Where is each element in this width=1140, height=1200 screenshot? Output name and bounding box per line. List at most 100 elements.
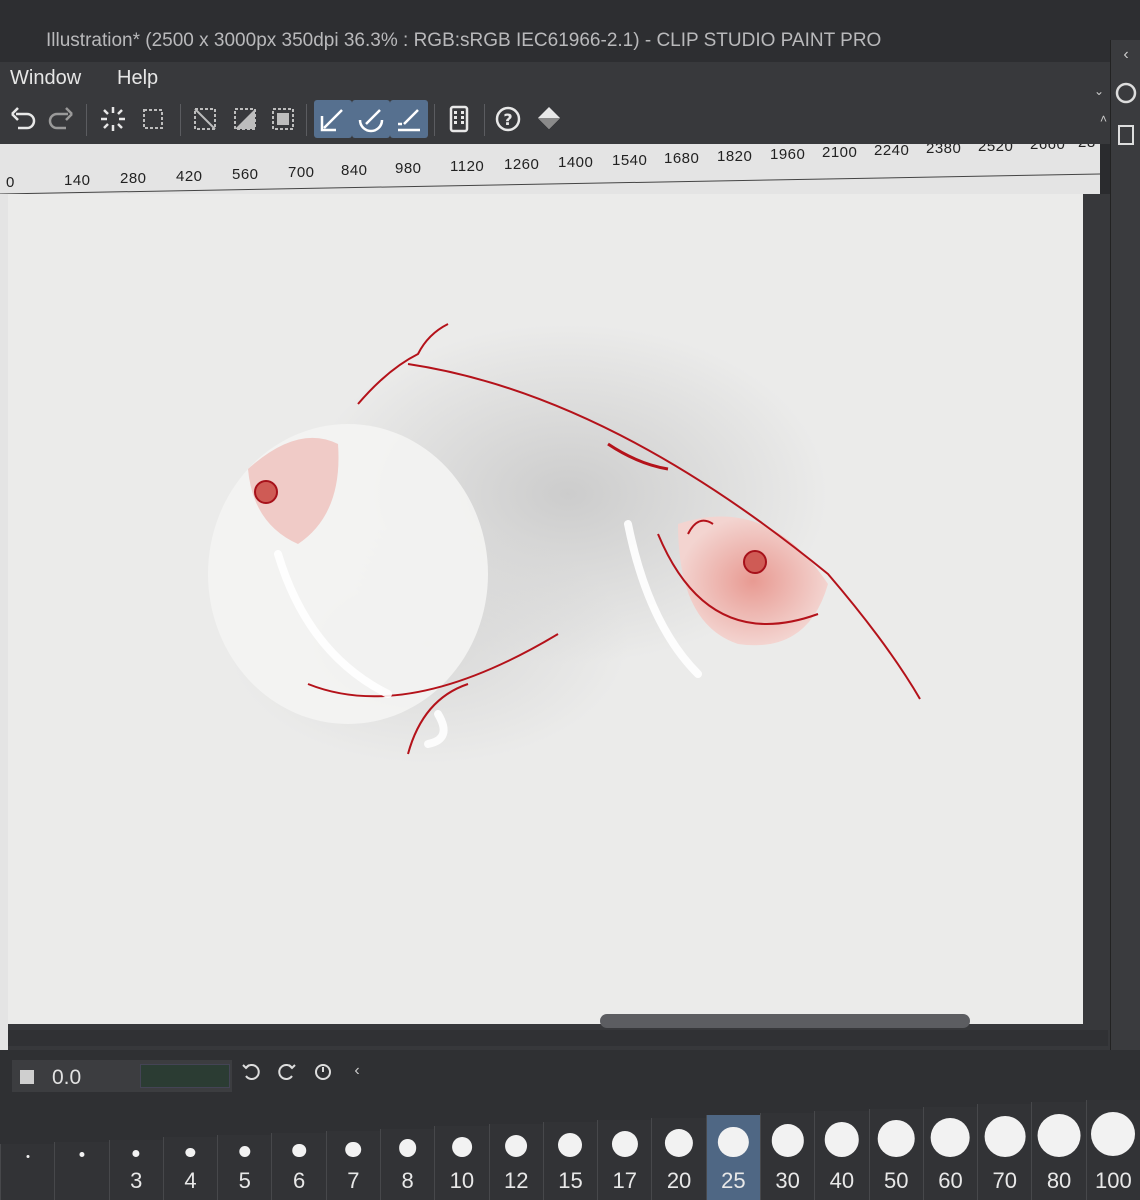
collapse-panel-icon[interactable]: ‹ <box>1115 44 1137 66</box>
brush-size-label: 12 <box>503 1168 529 1193</box>
brush-size-dot <box>1037 1113 1081 1157</box>
brush-size-dot <box>718 1126 749 1157</box>
brush-size-dot <box>664 1128 694 1157</box>
brush-size-5[interactable]: 5 <box>217 1135 272 1200</box>
undo-icon[interactable] <box>4 100 42 138</box>
fill-icon[interactable] <box>530 100 568 138</box>
canvas[interactable] <box>8 194 1083 1024</box>
brush-size-label: 80 <box>1046 1168 1072 1193</box>
brush-size-label: 40 <box>829 1168 855 1193</box>
panel-tab-icon[interactable] <box>1115 124 1137 146</box>
brush-size-label: 3 <box>130 1168 143 1193</box>
toolbar-separator <box>180 104 181 136</box>
brush-size-dot <box>26 1154 30 1158</box>
toolbar-separator <box>434 104 435 136</box>
brush-size-label: 60 <box>938 1168 963 1193</box>
brush-size-dot <box>1091 1112 1136 1156</box>
brush-size-80[interactable]: 80 <box>1031 1102 1086 1200</box>
brush-size-dot <box>824 1122 860 1157</box>
navigator-swatch <box>20 1070 34 1084</box>
brush-size-tiny-1[interactable] <box>54 1141 109 1200</box>
zoom-value[interactable]: 0.0 <box>52 1066 81 1090</box>
brush-size-dot <box>558 1133 583 1157</box>
brush-size-100[interactable]: 100 <box>1085 1100 1140 1200</box>
right-panel: ‹ <box>1110 40 1140 1050</box>
snap-to-special-ruler-icon[interactable] <box>352 100 390 138</box>
horizontal-ruler: 0 140 280 420 560 700 840 980 1120 1260 … <box>0 144 1100 194</box>
brush-size-dot <box>345 1141 362 1158</box>
brush-size-label: 20 <box>666 1168 692 1193</box>
brush-size-label: 70 <box>992 1168 1018 1193</box>
brush-size-10[interactable]: 10 <box>434 1126 489 1200</box>
menu-window[interactable]: Window <box>10 67 81 90</box>
toolbar-separator <box>306 104 307 136</box>
brush-size-40[interactable]: 40 <box>814 1111 869 1200</box>
brush-size-6[interactable]: 6 <box>271 1133 326 1200</box>
brush-size-label: 5 <box>238 1168 251 1193</box>
zoom-slider[interactable] <box>140 1064 230 1088</box>
clear-outside-icon[interactable] <box>186 100 224 138</box>
brush-size-50[interactable]: 50 <box>868 1108 923 1200</box>
brush-size-dot <box>452 1137 472 1158</box>
brush-size-17[interactable]: 17 <box>597 1119 652 1200</box>
brush-size-label: 50 <box>883 1168 909 1193</box>
brush-size-dot <box>611 1130 638 1157</box>
brush-size-dot <box>398 1139 417 1158</box>
canvas-area <box>8 194 1110 1054</box>
brush-size-dot <box>505 1135 528 1158</box>
brush-size-20[interactable]: 20 <box>651 1117 706 1200</box>
brush-size-dot <box>877 1120 915 1157</box>
bottom-panel: 0.0 ‹ 3 4 5 6 7 8 10 12 15 17 20 25 30 40 50 60 70 80 100 <box>0 1050 1140 1200</box>
horizontal-scrollbar-thumb[interactable] <box>600 1014 970 1028</box>
window-title: Illustration* (2500 x 3000px 350dpi 36.3… <box>46 30 882 51</box>
brush-size-label: 10 <box>449 1168 475 1193</box>
brush-size-60[interactable]: 60 <box>922 1106 978 1200</box>
snap-to-grid-icon[interactable] <box>390 100 428 138</box>
brush-size-30[interactable]: 30 <box>760 1113 815 1200</box>
ruler-ticks <box>0 173 1100 194</box>
brush-size-3[interactable]: 3 <box>108 1139 163 1200</box>
title-bar: Illustration* (2500 x 3000px 350dpi 36.3… <box>0 0 1140 62</box>
brush-size-15[interactable]: 15 <box>542 1122 598 1200</box>
brush-size-label: 6 <box>292 1168 306 1193</box>
rotate-left-icon[interactable] <box>236 1056 266 1086</box>
canvas-illustration <box>208 323 921 764</box>
brush-size-70[interactable]: 70 <box>977 1104 1032 1200</box>
navigator-icon[interactable] <box>1115 82 1137 104</box>
redo-icon[interactable] <box>42 100 80 138</box>
svg-text:?: ? <box>503 110 512 129</box>
brush-size-8[interactable]: 8 <box>380 1128 435 1200</box>
select-all-icon[interactable] <box>94 100 132 138</box>
brush-size-dot <box>239 1145 251 1158</box>
brush-size-25[interactable]: 25 <box>705 1115 760 1200</box>
brush-size-label: 7 <box>347 1168 360 1193</box>
help-icon[interactable]: ? <box>490 100 528 138</box>
brush-size-4[interactable]: 4 <box>162 1137 218 1200</box>
navigator-zoom-box: 0.0 <box>12 1060 232 1092</box>
command-bar: ? <box>0 96 1110 144</box>
brush-size-12[interactable]: 12 <box>488 1124 543 1200</box>
rotate-right-icon[interactable] <box>272 1056 302 1086</box>
horizontal-scrollbar-track[interactable] <box>8 1030 1108 1046</box>
brush-size-dot <box>931 1117 970 1157</box>
toolbar-separator <box>86 104 87 136</box>
clear-inside-icon[interactable] <box>226 100 264 138</box>
brush-size-dot <box>292 1143 306 1158</box>
reset-rotation-icon[interactable] <box>308 1056 338 1086</box>
deselect-icon[interactable] <box>134 100 172 138</box>
brush-size-palette: 3 4 5 6 7 8 10 12 15 17 20 25 30 40 50 60 70 80 100 <box>0 1100 1140 1200</box>
brush-size-dot <box>185 1148 196 1158</box>
brush-size-7[interactable]: 7 <box>325 1130 380 1200</box>
brush-size-tiny-0[interactable] <box>0 1144 55 1200</box>
device-icon[interactable] <box>440 100 478 138</box>
brush-size-dot <box>132 1150 140 1158</box>
collapse-navigator-icon[interactable]: ‹ <box>342 1056 372 1086</box>
vertical-ruler <box>0 194 8 1054</box>
crop-icon[interactable] <box>264 100 302 138</box>
snap-to-ruler-icon[interactable] <box>314 100 352 138</box>
brush-size-label: 17 <box>612 1168 638 1193</box>
menu-bar: Window Help <box>0 62 1110 96</box>
brush-size-label: 25 <box>721 1168 746 1193</box>
menu-help[interactable]: Help <box>117 67 158 90</box>
brush-size-label: 30 <box>775 1168 800 1193</box>
